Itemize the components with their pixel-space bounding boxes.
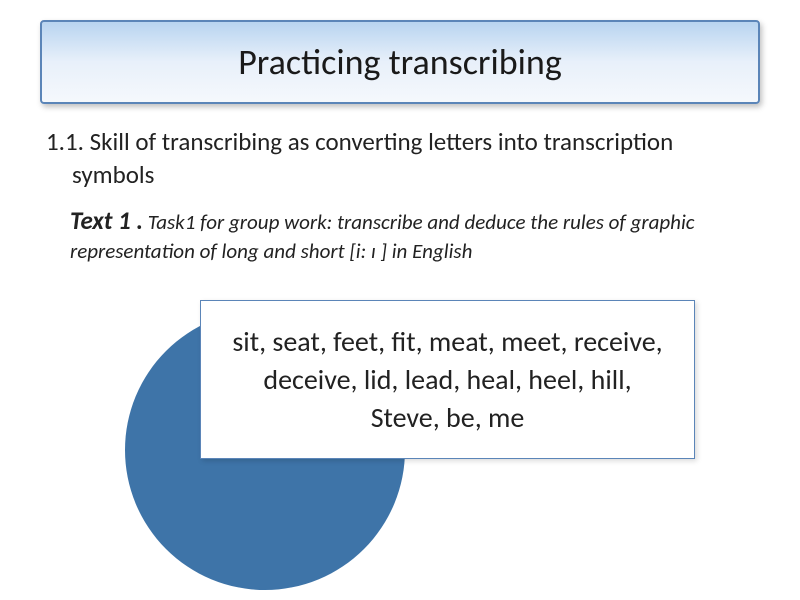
title-box: Practicing transcribing <box>40 20 760 104</box>
slide-title: Practicing transcribing <box>72 40 728 84</box>
section-heading: 1.1. Skill of transcribing as converting… <box>40 126 760 191</box>
word-list: sit, seat, feet, fit, meat, meet, receiv… <box>232 324 662 435</box>
slide-container: Practicing transcribing 1.1. Skill of tr… <box>0 0 800 600</box>
task-description: Task1 for group work: transcribe and ded… <box>70 209 695 264</box>
task-label: Text 1 . <box>70 205 143 236</box>
graphic-area: sit, seat, feet, fit, meat, meet, receiv… <box>125 310 685 570</box>
task-text: Text 1 . Task1 for group work: transcrib… <box>40 205 760 265</box>
word-list-box: sit, seat, feet, fit, meat, meet, receiv… <box>200 300 695 459</box>
